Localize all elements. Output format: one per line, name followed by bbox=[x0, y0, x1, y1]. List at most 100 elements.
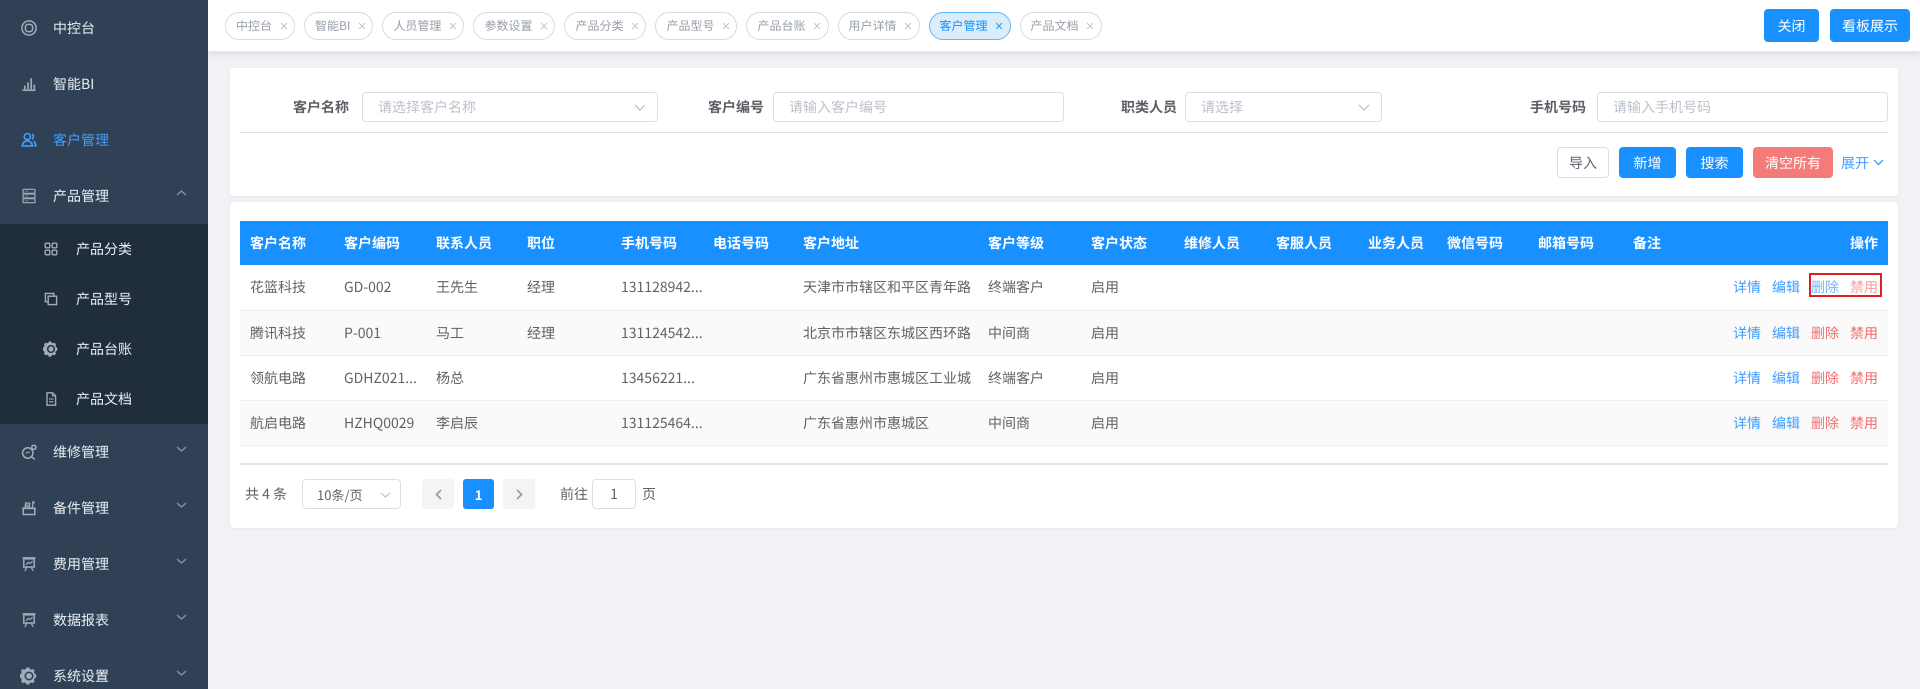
search-button[interactable]: 搜索 bbox=[1686, 147, 1743, 178]
grid-icon bbox=[43, 241, 59, 257]
users-icon bbox=[20, 131, 38, 149]
close-icon[interactable] bbox=[356, 19, 367, 32]
close-icon[interactable] bbox=[278, 19, 289, 32]
close-icon[interactable] bbox=[720, 19, 731, 32]
close-button[interactable]: 关闭 bbox=[1764, 9, 1819, 42]
page-size-select[interactable]: 10条/页 bbox=[302, 479, 401, 509]
edit-link[interactable]: 编辑 bbox=[1772, 277, 1800, 297]
sidebar-item-repair[interactable]: 维修管理 bbox=[0, 424, 208, 480]
customer-name-select[interactable] bbox=[362, 92, 658, 122]
delete-link[interactable]: 删除 bbox=[1811, 413, 1839, 433]
col-customer-code[interactable]: 客户编码 bbox=[334, 221, 426, 265]
tab-product-docs[interactable]: 产品文档 bbox=[1020, 12, 1102, 40]
detail-link[interactable]: 详情 bbox=[1733, 413, 1761, 433]
customer-no-field[interactable] bbox=[773, 92, 1064, 122]
delete-link[interactable]: 删除 bbox=[1811, 368, 1839, 388]
col-status[interactable]: 客户状态 bbox=[1081, 221, 1174, 265]
import-button[interactable]: 导入 bbox=[1557, 147, 1609, 178]
cell: P-001 bbox=[334, 310, 426, 355]
goto-page-input[interactable] bbox=[592, 479, 636, 509]
edit-link[interactable]: 编辑 bbox=[1772, 368, 1800, 388]
close-icon[interactable] bbox=[994, 19, 1005, 32]
tab-product-ledger[interactable]: 产品台账 bbox=[746, 12, 828, 40]
col-wechat[interactable]: 微信号码 bbox=[1437, 221, 1528, 265]
disable-link[interactable]: 禁用 bbox=[1850, 413, 1878, 433]
sidebar-item-reports[interactable]: 数据报表 bbox=[0, 592, 208, 648]
disable-link[interactable]: 禁用 bbox=[1850, 323, 1878, 343]
clear-all-button[interactable]: 清空所有 bbox=[1753, 147, 1833, 178]
cell bbox=[1437, 400, 1528, 445]
tab-customers[interactable]: 客户管理 bbox=[929, 12, 1011, 40]
cell bbox=[1528, 400, 1623, 445]
sidebar-item-product-docs[interactable]: 产品文档 bbox=[0, 374, 208, 424]
close-icon[interactable] bbox=[447, 19, 458, 32]
col-remark[interactable]: 备注 bbox=[1623, 221, 1723, 265]
close-icon[interactable] bbox=[812, 19, 823, 32]
close-icon[interactable] bbox=[538, 19, 549, 32]
board-display-button[interactable]: 看板展示 bbox=[1830, 9, 1910, 42]
sidebar-item-product-ledger[interactable]: 产品台账 bbox=[0, 324, 208, 374]
expand-link[interactable]: 展开 bbox=[1841, 153, 1884, 173]
col-sales[interactable]: 业务人员 bbox=[1358, 221, 1437, 265]
add-button[interactable]: 新增 bbox=[1619, 147, 1676, 178]
sidebar-item-products[interactable]: 产品管理 bbox=[0, 168, 208, 224]
sidebar-item-label: 中控台 bbox=[53, 18, 95, 38]
tab-params[interactable]: 参数设置 bbox=[473, 12, 555, 40]
tab-product-category[interactable]: 产品分类 bbox=[564, 12, 646, 40]
customer-no-input[interactable] bbox=[773, 92, 1064, 122]
edit-link[interactable]: 编辑 bbox=[1772, 413, 1800, 433]
detail-link[interactable]: 详情 bbox=[1733, 323, 1761, 343]
sidebar-item-label: 系统设置 bbox=[53, 666, 109, 686]
next-page-button[interactable] bbox=[503, 479, 535, 509]
col-mobile[interactable]: 手机号码 bbox=[611, 221, 703, 265]
delete-link[interactable]: 删除 bbox=[1811, 277, 1839, 297]
staff-type-select-input[interactable] bbox=[1185, 92, 1382, 122]
sidebar-item-spares[interactable]: 备件管理 bbox=[0, 480, 208, 536]
delete-link[interactable]: 删除 bbox=[1811, 323, 1839, 343]
close-icon[interactable] bbox=[903, 19, 914, 32]
tab-console[interactable]: 中控台 bbox=[225, 12, 295, 40]
disable-link[interactable]: 禁用 bbox=[1850, 277, 1878, 297]
tab-user-detail[interactable]: 用户详情 bbox=[838, 12, 920, 40]
close-icon[interactable] bbox=[1085, 19, 1096, 32]
disable-link[interactable]: 禁用 bbox=[1850, 368, 1878, 388]
cell bbox=[517, 400, 611, 445]
staff-type-select[interactable] bbox=[1185, 92, 1382, 122]
col-address[interactable]: 客户地址 bbox=[793, 221, 978, 265]
sidebar-item-product-model[interactable]: 产品型号 bbox=[0, 274, 208, 324]
sidebar-item-product-category[interactable]: 产品分类 bbox=[0, 224, 208, 274]
sidebar-item-customers[interactable]: 客户管理 bbox=[0, 112, 208, 168]
tab-bi[interactable]: 智能BI bbox=[304, 12, 373, 40]
mobile-field[interactable] bbox=[1597, 92, 1888, 122]
col-position[interactable]: 职位 bbox=[517, 221, 611, 265]
tab-product-model[interactable]: 产品型号 bbox=[655, 12, 737, 40]
col-phone[interactable]: 电话号码 bbox=[703, 221, 793, 265]
cell: 中间商 bbox=[978, 400, 1081, 445]
app: 中控台 智能BI 客户管理 产品管理 产品分类 产品型号 bbox=[0, 0, 1920, 689]
cell: 经理 bbox=[517, 265, 611, 310]
customer-name-select-input[interactable] bbox=[362, 92, 658, 122]
cell: 启用 bbox=[1081, 400, 1174, 445]
sidebar-item-settings[interactable]: 系统设置 bbox=[0, 648, 208, 689]
detail-link[interactable]: 详情 bbox=[1733, 368, 1761, 388]
col-customer-name[interactable]: 客户名称 bbox=[240, 221, 334, 265]
sidebar-item-label: 产品分类 bbox=[76, 239, 132, 259]
goto-label: 前往 bbox=[560, 484, 588, 504]
col-service[interactable]: 客服人员 bbox=[1266, 221, 1358, 265]
sidebar-item-fees[interactable]: 费用管理 bbox=[0, 536, 208, 592]
mobile-input[interactable] bbox=[1597, 92, 1888, 122]
col-email[interactable]: 邮箱号码 bbox=[1528, 221, 1623, 265]
close-icon[interactable] bbox=[629, 19, 640, 32]
col-level[interactable]: 客户等级 bbox=[978, 221, 1081, 265]
cell bbox=[1266, 400, 1358, 445]
detail-link[interactable]: 详情 bbox=[1733, 277, 1761, 297]
col-repairer[interactable]: 维修人员 bbox=[1174, 221, 1266, 265]
cell bbox=[517, 355, 611, 400]
col-contact[interactable]: 联系人员 bbox=[426, 221, 517, 265]
tab-personnel[interactable]: 人员管理 bbox=[382, 12, 464, 40]
sidebar-item-console[interactable]: 中控台 bbox=[0, 0, 208, 56]
page-1-button[interactable]: 1 bbox=[463, 479, 494, 509]
prev-page-button[interactable] bbox=[422, 479, 454, 509]
sidebar-item-bi[interactable]: 智能BI bbox=[0, 56, 208, 112]
edit-link[interactable]: 编辑 bbox=[1772, 323, 1800, 343]
